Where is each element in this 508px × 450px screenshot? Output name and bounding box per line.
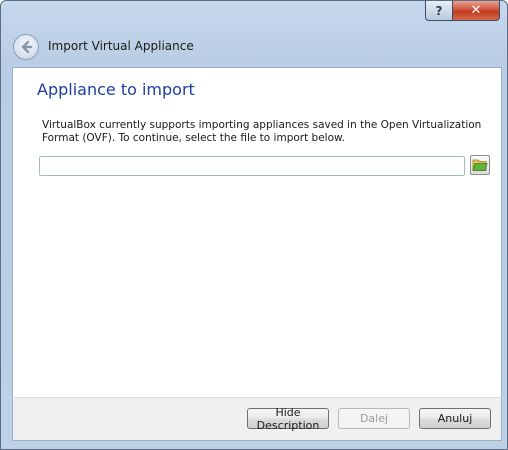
help-button[interactable]: ? <box>425 1 453 21</box>
help-icon: ? <box>435 3 443 18</box>
back-button[interactable] <box>13 34 39 60</box>
file-path-input[interactable] <box>39 156 465 176</box>
button-bar: Hide Description Dalej Anuluj <box>12 397 502 441</box>
back-arrow-icon <box>21 40 33 54</box>
page-heading: Appliance to import <box>37 80 195 99</box>
close-icon: ✕ <box>470 3 482 18</box>
next-button[interactable]: Dalej <box>338 408 410 429</box>
wizard-page: Appliance to import VirtualBox currently… <box>12 67 502 398</box>
close-button[interactable]: ✕ <box>452 1 500 21</box>
window-title: Import Virtual Appliance <box>48 39 194 53</box>
dialog-window: ? ✕ Import Virtual Appliance Appliance t… <box>0 0 508 450</box>
cancel-button[interactable]: Anuluj <box>419 408 491 429</box>
browse-file-button[interactable] <box>470 155 490 175</box>
hide-description-button[interactable]: Hide Description <box>247 406 329 432</box>
folder-open-icon <box>472 159 488 171</box>
page-description: VirtualBox currently supports importing … <box>42 119 482 144</box>
